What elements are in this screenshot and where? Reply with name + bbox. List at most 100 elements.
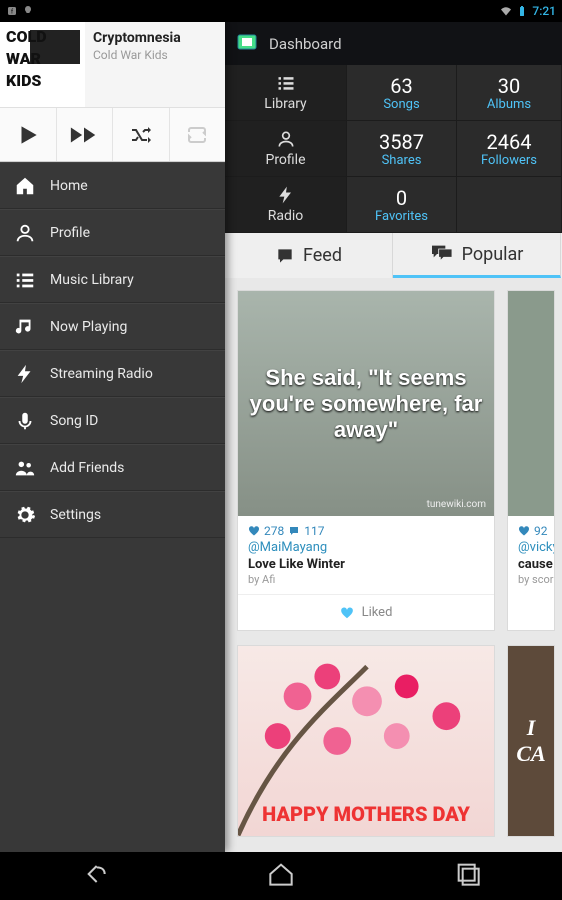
main-content: Dashboard Library 63 Songs 30 Albums Pro… (225, 22, 562, 852)
album-art: COLD WAR KIDS (0, 22, 85, 107)
feed-tabs: Feed Popular (225, 233, 562, 278)
liked-button[interactable]: Liked (238, 594, 494, 630)
stat-followers[interactable]: 2464 Followers (457, 121, 562, 177)
card-user[interactable]: @vickyk (518, 540, 555, 555)
facebook-notif-icon: f (6, 5, 18, 17)
feed-card[interactable]: 92 @vickyk cause i l by scorpio (507, 290, 555, 631)
back-button[interactable] (78, 858, 110, 894)
like-count: 92 (534, 524, 548, 538)
people-icon (14, 457, 36, 479)
page-title: Dashboard (269, 35, 342, 53)
home-button[interactable] (265, 858, 297, 894)
liked-label: Liked (362, 605, 393, 620)
sidebar-item-friends[interactable]: Add Friends (0, 444, 225, 491)
speech-icon (275, 246, 295, 266)
sidebar-item-library[interactable]: Music Library (0, 256, 225, 303)
stat-label: Albums (487, 97, 531, 112)
feed-card[interactable]: She said, "It seems you're somewhere, fa… (237, 290, 495, 631)
profile-icon (276, 129, 296, 149)
dash-section-label: Profile (265, 152, 305, 168)
stat-songs[interactable]: 63 Songs (347, 65, 457, 121)
dash-section-label: Radio (268, 208, 304, 224)
card-by: by Afi (248, 573, 484, 586)
bolt-icon (276, 185, 296, 205)
tab-popular[interactable]: Popular (393, 233, 561, 278)
speech-multi-icon (430, 244, 454, 264)
comment-icon (288, 525, 300, 537)
sidebar-item-nowplaying[interactable]: Now Playing (0, 303, 225, 350)
sidebar-item-radio[interactable]: Streaming Radio (0, 350, 225, 397)
sidebar-item-home[interactable]: Home (0, 162, 225, 209)
action-bar: Dashboard (225, 22, 562, 65)
play-button[interactable] (0, 108, 57, 161)
status-right: 7:21 (500, 4, 556, 18)
stat-shares[interactable]: 3587 Shares (347, 121, 457, 177)
android-notif-icon (22, 5, 34, 17)
bolt-icon (14, 363, 36, 385)
shuffle-button[interactable] (113, 108, 170, 161)
card-user[interactable]: @MaiMayang (248, 540, 484, 555)
card-meta: 278 117 @MaiMayang Love Like Winter by A… (238, 516, 494, 594)
tab-feed[interactable]: Feed (225, 233, 393, 278)
card-meta: 92 @vickyk cause i l by scorpio (508, 516, 555, 594)
comment-icon (552, 525, 556, 537)
track-artist: Cold War Kids (93, 48, 217, 62)
wifi-icon (500, 5, 512, 17)
recents-button[interactable] (452, 858, 484, 894)
card-image: HAPPY MOTHERS DAY (238, 646, 494, 836)
card-by: by scorpio (518, 573, 555, 586)
stat-favorites[interactable]: 0 Favorites (347, 177, 457, 233)
dashboard-stats: Library 63 Songs 30 Albums Profile 3587 … (225, 65, 562, 233)
app-icon[interactable] (235, 30, 259, 58)
sidebar-item-label: Music Library (50, 272, 134, 288)
library-icon (14, 269, 36, 291)
like-count: 278 (264, 524, 284, 538)
home-icon (14, 175, 36, 197)
stat-value: 0 (396, 186, 407, 210)
stat-value: 3587 (379, 130, 424, 154)
track-title: Cryptomnesia (93, 30, 217, 46)
stat-label: Songs (383, 97, 419, 112)
stat-value: 63 (390, 74, 412, 98)
svg-text:WAR: WAR (6, 49, 41, 68)
battery-icon (516, 5, 528, 17)
player-controls (0, 107, 225, 162)
card-quote: HAPPY MOTHERS DAY (262, 802, 470, 826)
tab-label: Feed (303, 245, 342, 266)
feed-card[interactable]: HAPPY MOTHERS DAY (237, 645, 495, 837)
dash-section-profile[interactable]: Profile (225, 121, 347, 177)
sidebar-item-label: Now Playing (50, 319, 127, 335)
library-icon (276, 73, 296, 93)
feed-grid[interactable]: She said, "It seems you're somewhere, fa… (225, 278, 562, 863)
gear-icon (14, 504, 36, 526)
sidebar-nav: Home Profile Music Library Now Playing S… (0, 162, 225, 538)
next-button[interactable] (57, 108, 114, 161)
card-quote: She said, "It seems you're somewhere, fa… (248, 365, 484, 443)
dash-section-library[interactable]: Library (225, 65, 347, 121)
card-quote: I CA (516, 715, 545, 767)
stat-value: 30 (498, 74, 520, 98)
repeat-button[interactable] (170, 108, 226, 161)
android-status-bar: f 7:21 (0, 0, 562, 22)
status-notifications: f (6, 5, 34, 17)
sidebar-item-settings[interactable]: Settings (0, 491, 225, 538)
card-image: I CA (508, 646, 554, 836)
stat-label: Followers (481, 153, 537, 168)
sidebar-item-label: Add Friends (50, 460, 124, 476)
tab-label: Popular (462, 244, 524, 265)
stat-label: Shares (382, 153, 422, 168)
sidebar-item-profile[interactable]: Profile (0, 209, 225, 256)
heart-icon (248, 525, 260, 537)
sidebar-item-songid[interactable]: Song ID (0, 397, 225, 444)
sidebar-item-label: Song ID (50, 413, 98, 429)
dash-section-radio[interactable]: Radio (225, 177, 347, 233)
stat-label: Favorites (375, 209, 428, 224)
mic-icon (14, 410, 36, 432)
card-image: She said, "It seems you're somewhere, fa… (238, 291, 494, 516)
stat-value: 2464 (487, 130, 532, 154)
now-playing-bar[interactable]: COLD WAR KIDS Cryptomnesia Cold War Kids (0, 22, 225, 107)
profile-icon (14, 222, 36, 244)
stat-albums[interactable]: 30 Albums (457, 65, 562, 121)
stat-empty (457, 177, 562, 233)
feed-card[interactable]: I CA (507, 645, 555, 837)
